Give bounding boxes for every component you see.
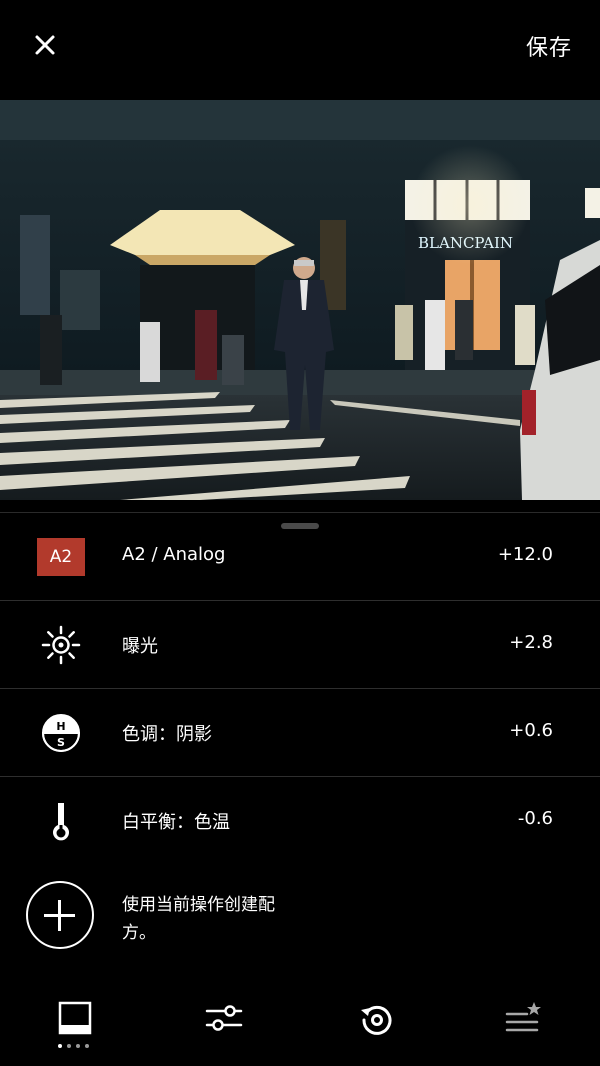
preset-badge: A2 [36, 535, 86, 579]
adjustment-label: 曝光 [122, 636, 158, 657]
sun-icon [36, 623, 86, 667]
adjustment-row-white-balance[interactable]: 白平衡：色温 -0.6 [0, 777, 600, 865]
thermometer-icon [36, 799, 86, 843]
adjustments-panel: A2 A2 / Analog +12.0 曝光 +2.8 H S 色调：阴影 +… [0, 512, 600, 973]
sliders-icon [205, 1005, 243, 1031]
adjustment-row-preset[interactable]: A2 A2 / Analog +12.0 [0, 513, 600, 601]
save-button[interactable]: 保存 [526, 30, 572, 62]
adjustment-value: -0.6 [517, 808, 553, 829]
create-recipe-row[interactable]: 使用当前操作创建配方。 [0, 877, 600, 957]
photo-preview[interactable]: BLANCPAIN [0, 100, 600, 500]
adjustment-value: +12.0 [497, 544, 553, 565]
adjustment-label: A2 / Analog [122, 544, 226, 565]
close-button[interactable] [28, 28, 62, 62]
create-recipe-text: 使用当前操作创建配方。 [122, 895, 275, 943]
add-circle-icon[interactable] [26, 881, 94, 949]
highlights-shadows-icon: H S [36, 711, 86, 755]
history-icon [361, 1005, 392, 1035]
preset-badge-label: A2 [37, 538, 85, 576]
presets-icon [58, 1001, 92, 1035]
close-icon [35, 35, 55, 55]
recipes-star-icon [505, 1002, 541, 1032]
tab-history[interactable] [346, 1000, 406, 1056]
adjustment-value: +2.8 [509, 632, 553, 653]
adjustment-row-exposure[interactable]: 曝光 +2.8 [0, 601, 600, 689]
adjustment-label: 白平衡：色温 [122, 812, 230, 833]
bottom-tab-bar [0, 990, 600, 1066]
top-bar: 保存 [0, 0, 600, 100]
tab-recipes[interactable] [493, 1000, 553, 1056]
svg-text:S: S [57, 736, 65, 749]
svg-text:H: H [56, 720, 65, 733]
adjustment-row-tone[interactable]: H S 色调：阴影 +0.6 [0, 689, 600, 777]
tab-tools[interactable] [194, 1000, 254, 1056]
presets-page-dots [58, 1044, 89, 1048]
adjustment-label: 色调：阴影 [122, 724, 212, 745]
adjustment-value: +0.6 [509, 720, 553, 741]
